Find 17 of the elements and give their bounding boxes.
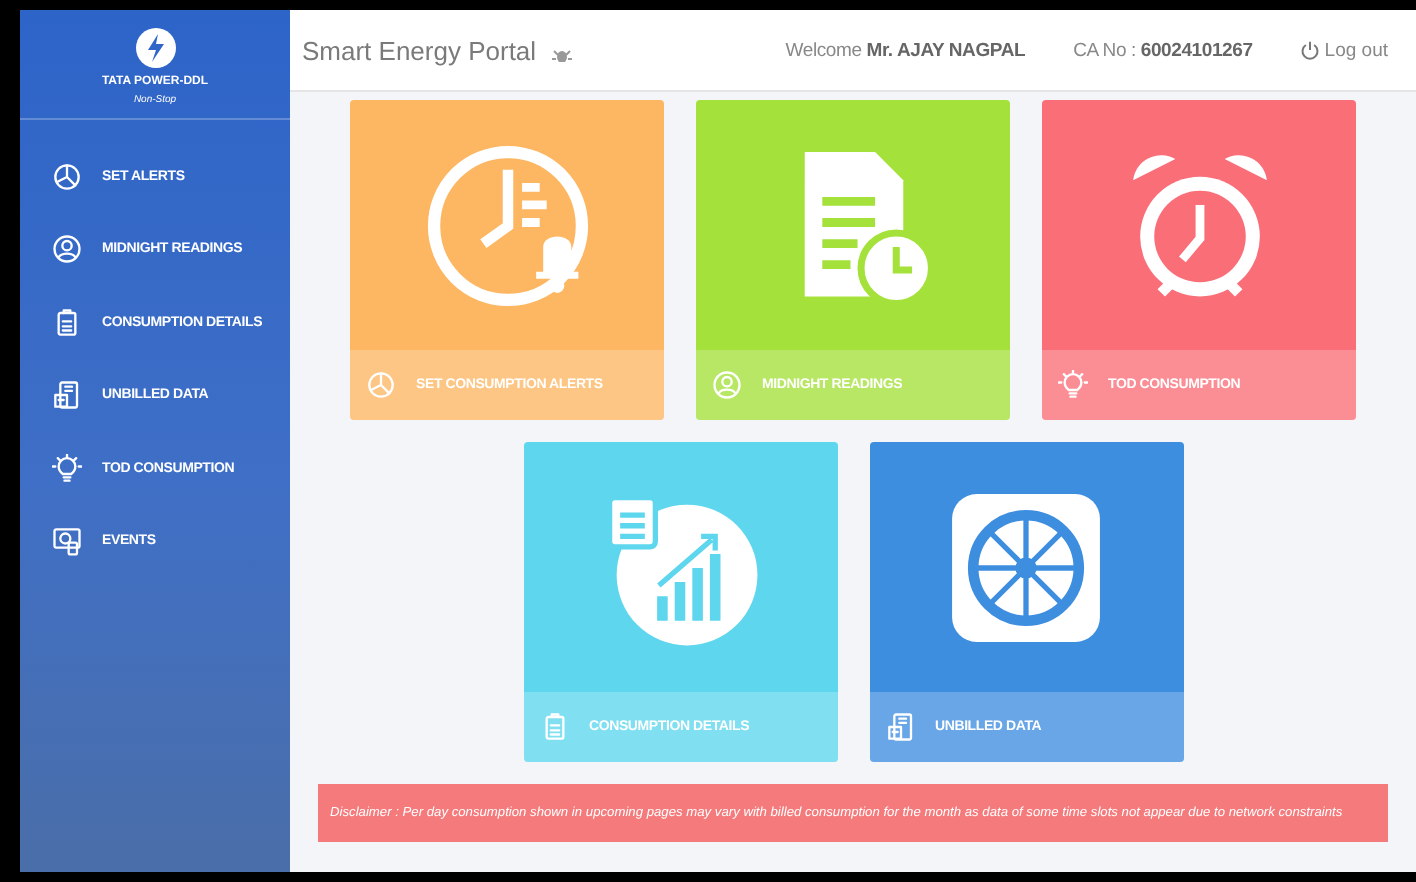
lightbulb-icon xyxy=(1058,370,1088,400)
clipboard-icon xyxy=(52,307,82,338)
account-number: CA No : 60024101267 xyxy=(1073,39,1253,61)
bug-icon xyxy=(552,49,573,63)
pie-chart-icon xyxy=(366,370,396,400)
lightbulb-icon xyxy=(52,453,82,484)
user-icon xyxy=(712,370,742,400)
pie-chart-icon xyxy=(52,161,82,192)
welcome-text: Welcome Mr. AJAY NAGPAL xyxy=(785,39,1026,61)
portal-title: Smart Energy Portal xyxy=(302,35,537,65)
user-icon xyxy=(52,234,82,265)
logout-link[interactable]: Log out xyxy=(1300,39,1388,61)
monitor-icon xyxy=(52,526,82,557)
calculator-icon xyxy=(885,712,915,742)
power-icon xyxy=(1300,40,1321,60)
logo-icon xyxy=(135,28,175,68)
calculator-icon xyxy=(52,380,82,411)
